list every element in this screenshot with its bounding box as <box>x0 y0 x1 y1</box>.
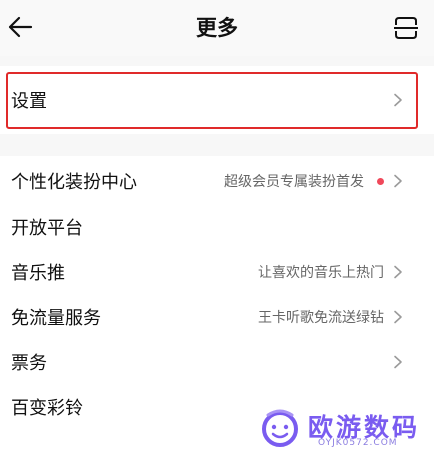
chevron-right-icon <box>393 355 403 369</box>
list-item-personalize[interactable]: 个性化装扮中心 超级会员专属装扮首发 <box>0 159 434 203</box>
scan-icon <box>394 17 418 39</box>
list-item-subtitle: 王卡听歌免流送绿钻 <box>258 310 384 326</box>
header-bar: 更多 <box>0 0 434 56</box>
list-item-label: 个性化装扮中心 <box>11 172 137 193</box>
watermark: 欧游数码 OYJK0572.COM <box>232 404 434 454</box>
list-item-label: 百变彩铃 <box>11 398 83 419</box>
list-item-label: 音乐推 <box>11 263 65 284</box>
page-title: 更多 <box>196 16 238 40</box>
list-item-label: 开放平台 <box>11 218 83 239</box>
list-item-open-platform[interactable]: 开放平台 <box>0 205 434 249</box>
list-item-label: 票务 <box>11 353 47 374</box>
chevron-right-icon <box>393 174 403 188</box>
chevron-right-icon <box>393 93 403 107</box>
scan-button[interactable] <box>386 8 426 48</box>
chevron-right-icon <box>393 265 403 279</box>
watermark-subtext: OYJK0572.COM <box>318 438 398 448</box>
list-item-subtitle: 让喜欢的音乐上热门 <box>258 265 384 281</box>
chevron-right-icon <box>393 310 403 324</box>
settings-row-inner: 设置 <box>0 78 434 122</box>
settings-label: 设置 <box>11 91 47 112</box>
new-badge-dot <box>377 177 384 185</box>
settings-row[interactable]: 设置 <box>0 66 434 134</box>
list-item-music-push[interactable]: 音乐推 让喜欢的音乐上热门 <box>0 250 434 294</box>
list-item-free-data[interactable]: 免流量服务 王卡听歌免流送绿钻 <box>0 295 434 339</box>
watermark-logo-icon <box>262 409 298 447</box>
list-item-tickets[interactable]: 票务 <box>0 340 434 384</box>
more-page: 更多 设置 个性化装扮中心 超级会员专属装扮首发 开放平台 音乐推 让喜欢的音乐… <box>0 0 434 454</box>
list-item-label: 免流量服务 <box>11 308 101 329</box>
list-item-subtitle: 超级会员专属装扮首发 <box>224 174 364 190</box>
